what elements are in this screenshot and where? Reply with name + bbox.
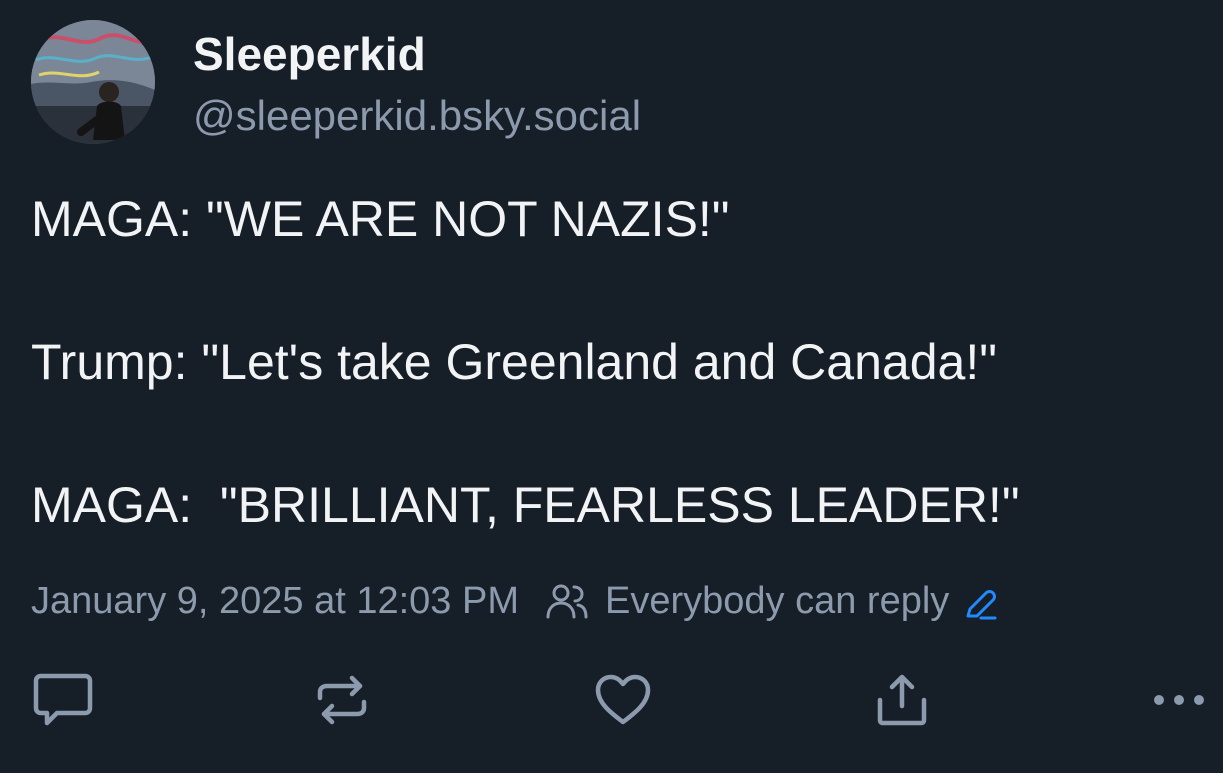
repost-button[interactable]: [302, 660, 382, 740]
like-button[interactable]: [583, 660, 663, 740]
share-button[interactable]: [862, 660, 942, 740]
pencil-icon[interactable]: [963, 584, 997, 620]
post-action-bar: [0, 660, 1223, 740]
reply-setting-label[interactable]: Everybody can reply: [605, 576, 949, 626]
people-icon: [545, 581, 589, 621]
post-text-line: MAGA: "WE ARE NOT NAZIS!": [31, 191, 730, 247]
avatar-photo-icon: [31, 20, 155, 144]
heart-icon: [595, 674, 651, 725]
author-display-name[interactable]: Sleeperkid: [193, 26, 426, 82]
author-handle[interactable]: @sleeperkid.bsky.social: [193, 88, 641, 144]
author-avatar[interactable]: [31, 20, 155, 144]
post-text-line: Trump: "Let's take Greenland and Canada!…: [31, 334, 997, 390]
post-thread-item: Sleeperkid @sleeperkid.bsky.social MAGA:…: [0, 0, 1223, 773]
reply-button[interactable]: [23, 660, 103, 740]
repost-icon: [317, 675, 367, 725]
post-timestamp[interactable]: January 9, 2025 at 12:03 PM: [31, 576, 519, 626]
more-options-button[interactable]: [1139, 660, 1219, 740]
share-icon: [877, 674, 927, 726]
comment-icon: [33, 673, 93, 726]
ellipsis-icon: [1154, 695, 1204, 705]
post-meta: January 9, 2025 at 12:03 PM Everybody ca…: [31, 576, 997, 626]
post-text-line: MAGA: "BRILLIANT, FEARLESS LEADER!": [31, 477, 1020, 533]
